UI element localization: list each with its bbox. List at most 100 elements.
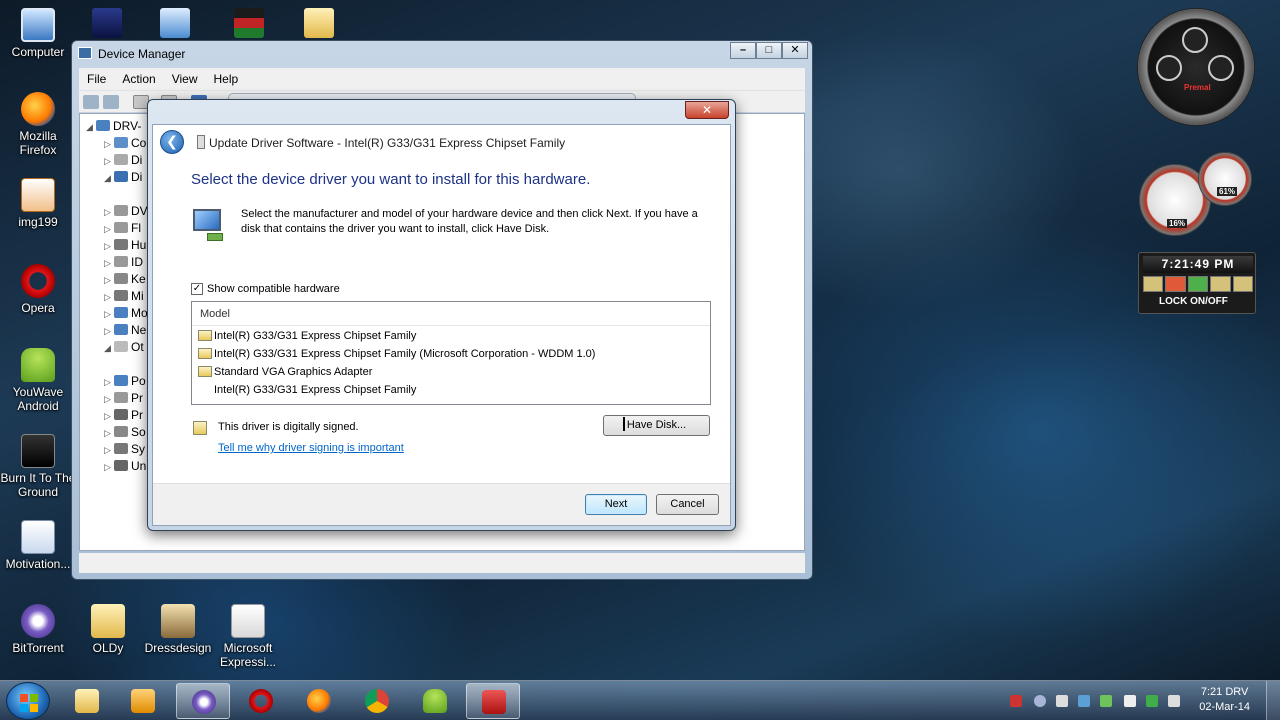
desktop-icon-oldy[interactable]: OLDy	[70, 604, 146, 655]
power-icon[interactable]	[1165, 276, 1186, 292]
desktop-icon-img199[interactable]: img199	[0, 178, 76, 229]
dialog-body: ❮ Update Driver Software - Intel(R) G33/…	[152, 124, 731, 526]
menu-help[interactable]: Help	[206, 72, 247, 86]
desktop-icon-ms-expression[interactable]: Microsoft Expressi...	[210, 604, 286, 669]
taskbar-firefox[interactable]	[292, 683, 346, 719]
lock-clock-gadget[interactable]: 7:21:49 PM LOCK ON/OFF	[1138, 252, 1256, 314]
tree-item[interactable]: ◢ Ot	[104, 339, 144, 356]
taskbar-opera[interactable]	[234, 683, 288, 719]
lock-toggle[interactable]: LOCK ON/OFF	[1159, 296, 1228, 307]
tray-flag-icon[interactable]	[1010, 695, 1022, 707]
driver-icon	[198, 348, 212, 359]
desktop-icon-network[interactable]	[160, 8, 190, 38]
taskbar-explorer[interactable]	[60, 683, 114, 719]
tray-clock[interactable]: 7:21 DRV 02-Mar-14	[1199, 685, 1250, 715]
driver-signing-link[interactable]: Tell me why driver signing is important	[218, 442, 404, 454]
menu-action[interactable]: Action	[114, 72, 163, 86]
cancel-button[interactable]: Cancel	[656, 494, 719, 515]
tree-item[interactable]: ▷ Sy	[104, 441, 145, 458]
firefox-icon	[307, 689, 331, 713]
action-center-icon[interactable]	[1124, 695, 1136, 707]
tree-item[interactable]: ▷ So	[104, 424, 146, 441]
list-item[interactable]: Intel(R) G33/G31 Express Chipset Family	[198, 327, 416, 345]
memory-meter-gadget[interactable]: 61%	[1198, 152, 1252, 206]
tree-item[interactable]: ▷ Po	[104, 373, 146, 390]
show-desktop-button[interactable]	[1266, 681, 1280, 720]
bittorrent-icon	[192, 690, 216, 714]
tree-item[interactable]: ▷ Mo	[104, 305, 148, 322]
gadget-button[interactable]	[1187, 276, 1209, 292]
gadget-button[interactable]	[1143, 276, 1164, 292]
gadget-button[interactable]	[1232, 276, 1254, 292]
desktop-icon-opera[interactable]: Opera	[0, 264, 76, 315]
back-arrow-icon[interactable]: ❮	[160, 130, 184, 154]
desktop-icon-firefox[interactable]: Mozilla Firefox	[0, 92, 76, 157]
folder-icon	[91, 604, 125, 638]
back-arrow-icon[interactable]	[83, 95, 99, 109]
tree-item[interactable]: ▷ Pr	[104, 390, 143, 407]
have-disk-button[interactable]: Have Disk...	[603, 415, 710, 436]
desktop-icon-label: Computer	[11, 45, 65, 59]
tree-item[interactable]: ▷ Fl	[104, 220, 141, 237]
subdial	[1156, 55, 1182, 81]
desktop-icon-youwave[interactable]: YouWave Android	[0, 348, 76, 413]
tree-item[interactable]: ▷ Mi	[104, 288, 144, 305]
clock-gadget[interactable]: Premal	[1137, 8, 1255, 126]
desktop-icon-folder[interactable]	[304, 8, 334, 38]
gadget-button[interactable]	[1210, 276, 1231, 292]
desktop-icon-flag[interactable]	[234, 8, 264, 38]
menu-view[interactable]: View	[164, 72, 206, 86]
model-column-header[interactable]: Model	[192, 302, 710, 326]
tree-item[interactable]: ▷ ID	[104, 254, 143, 271]
minimize-button[interactable]: –	[730, 42, 756, 59]
desktop-icon-motivation[interactable]: Motivation...	[0, 520, 76, 571]
show-compatible-checkbox[interactable]: ✓	[191, 283, 203, 295]
taskbar-chrome[interactable]	[350, 683, 404, 719]
desktop-icon-dressdesign[interactable]: Dressdesign	[140, 604, 216, 655]
tree-root[interactable]: ◢ DRV-	[86, 118, 141, 135]
window-controls: – □ ✕	[730, 42, 808, 59]
tree-item[interactable]: ▷ Ke	[104, 271, 146, 288]
tree-item[interactable]: ▷ DV	[104, 203, 148, 220]
dialog-content: Select the device driver you want to ins…	[153, 159, 730, 515]
dialog-close-button[interactable]: ✕	[685, 101, 729, 119]
network-icon[interactable]	[1168, 695, 1180, 707]
tray-app-icon[interactable]	[1078, 695, 1090, 707]
list-item[interactable]: Standard VGA Graphics Adapter	[198, 363, 372, 381]
signed-status-text: This driver is digitally signed.	[218, 421, 359, 433]
desktop-icon-label: Mozilla Firefox	[19, 129, 57, 157]
desktop-icon-bittorrent[interactable]: BitTorrent	[0, 604, 76, 655]
taskbar-android[interactable]	[408, 683, 462, 719]
tray-app-icon[interactable]	[1100, 695, 1112, 707]
tree-item[interactable]: ◢ Di	[104, 169, 142, 186]
taskbar-media-player[interactable]	[116, 683, 170, 719]
taskbar-device-manager[interactable]	[466, 683, 520, 719]
dialog-title: Update Driver Software - Intel(R) G33/G3…	[209, 136, 566, 150]
menu-file[interactable]: File	[79, 72, 114, 86]
desktop-icon-dark[interactable]	[92, 8, 122, 38]
tree-item[interactable]: ▷ Co	[104, 135, 146, 152]
tree-item[interactable]: ▷ Di	[104, 152, 142, 169]
maximize-button[interactable]: □	[756, 42, 782, 59]
desktop-icon-label: Microsoft Expressi...	[219, 641, 276, 669]
monitor-stand-icon	[207, 233, 223, 241]
volume-icon[interactable]	[1056, 695, 1068, 707]
show-compatible-label: Show compatible hardware	[207, 283, 340, 295]
tray-app-icon[interactable]	[1146, 695, 1158, 707]
taskbar-bittorrent[interactable]	[176, 683, 230, 719]
next-button[interactable]: Next	[585, 494, 647, 515]
tree-item[interactable]: ▷ Un	[104, 458, 146, 475]
list-item[interactable]: Intel(R) G33/G31 Express Chipset Family …	[198, 345, 595, 363]
tree-item[interactable]: ▷ Ne	[104, 322, 146, 339]
start-button[interactable]	[6, 682, 50, 720]
model-list[interactable]: Model Intel(R) G33/G31 Express Chipset F…	[191, 301, 711, 405]
list-item[interactable]: Intel(R) G33/G31 Express Chipset Family	[214, 381, 416, 399]
tree-item[interactable]: ▷ Hu	[104, 237, 146, 254]
forward-arrow-icon[interactable]	[103, 95, 119, 109]
tree-item[interactable]: ▷ Pr	[104, 407, 143, 424]
desktop-icon-computer[interactable]: Computer	[0, 8, 76, 59]
tray-app-icon[interactable]	[1034, 695, 1046, 707]
driver-icon	[198, 330, 212, 341]
desktop-icon-burn[interactable]: Burn It To The Ground	[0, 434, 76, 499]
close-button[interactable]: ✕	[782, 42, 808, 59]
